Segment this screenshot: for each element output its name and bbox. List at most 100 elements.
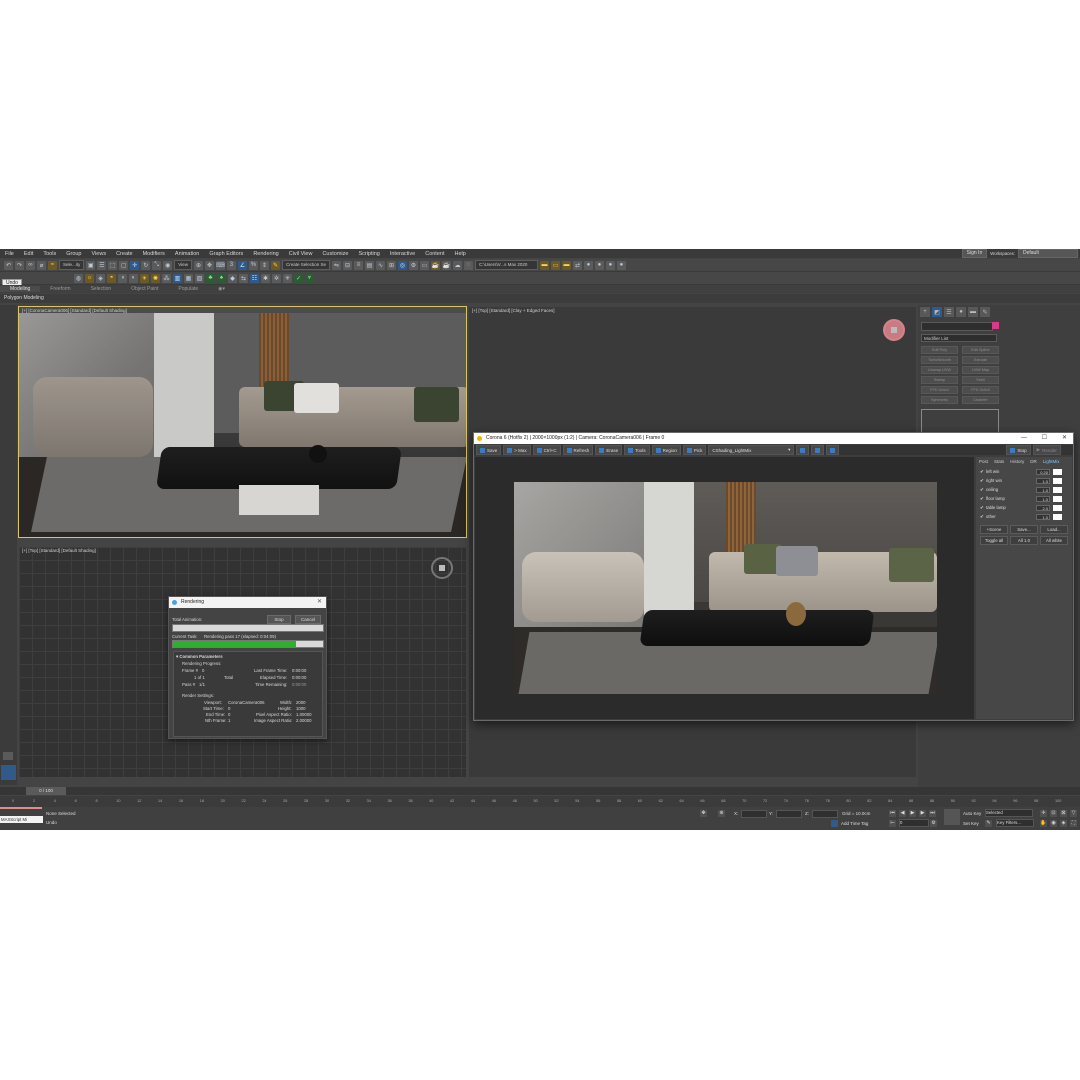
key-mode-icon[interactable]: ⊢ (889, 820, 896, 827)
menu-group[interactable]: Group (61, 251, 86, 257)
tab-stats[interactable]: Stats (991, 457, 1007, 466)
zoom-all-icon[interactable]: ⊡ (1050, 810, 1057, 817)
tab-post[interactable]: Post (976, 457, 991, 466)
all-white-button[interactable]: All white (1040, 536, 1068, 545)
viewcube-icon[interactable] (883, 319, 905, 341)
workspace-dropdown[interactable]: Default (1018, 249, 1078, 258)
hierarchy-tab-icon[interactable]: ☰ (944, 307, 954, 317)
light-intensity-field[interactable]: 0.20 (1036, 469, 1050, 475)
menu-edit[interactable]: Edit (19, 251, 38, 257)
menu-create[interactable]: Create (111, 251, 138, 257)
minimize-icon[interactable]: — (1021, 433, 1027, 444)
corona-volume-icon[interactable]: ▦ (184, 273, 193, 283)
corona-scatter-icon[interactable]: ⁂ (162, 273, 171, 283)
menu-modifiers[interactable]: Modifiers (138, 251, 170, 257)
light-color-swatch[interactable] (1053, 469, 1062, 475)
modifier-list-dropdown[interactable]: Modifier List (921, 334, 997, 342)
viewport-camera-label[interactable]: [+] [CoronaCamera006] [Standard] [Defaul… (22, 308, 127, 313)
x-coord-field[interactable] (741, 810, 767, 818)
time-tag-icon[interactable] (831, 820, 838, 827)
unlink-icon[interactable]: ⌀ (37, 260, 46, 270)
menu-tools[interactable]: Tools (38, 251, 61, 257)
time-slider-track[interactable]: 0 / 100 (0, 787, 1080, 795)
modifier-ffd333-button[interactable]: FFD 3x3x3 (962, 386, 999, 394)
prev-frame-icon[interactable]: ◀ (899, 810, 906, 817)
menu-views[interactable]: Views (87, 251, 112, 257)
modify-tab-icon[interactable]: ◩ (932, 307, 942, 317)
polygon-modeling-label[interactable]: Polygon Modeling (4, 295, 44, 301)
zoom-extents-icon[interactable]: ✛ (1040, 810, 1047, 817)
select-by-name-icon[interactable]: ☰ (97, 260, 107, 270)
viewcube-grid-icon[interactable] (431, 557, 453, 579)
vfb-stop-button[interactable]: Stop (1006, 445, 1031, 455)
reference-coord-dropdown[interactable]: View (174, 260, 192, 270)
lister-icon[interactable]: ☷ (250, 273, 259, 283)
light-color-swatch[interactable] (1053, 514, 1062, 520)
modifier-unwrap-uvw-button[interactable]: Unwrap UVW (921, 366, 958, 374)
menu-civil-view[interactable]: Civil View (284, 251, 318, 257)
viewport-layout-icon[interactable] (1, 765, 16, 780)
common-parameters-title[interactable]: ▾ Common Parameters (176, 654, 223, 660)
corona-render-icon[interactable]: ☼ (85, 273, 94, 283)
interactive-icon[interactable]: ✳ (283, 273, 292, 283)
redo-icon[interactable]: ↷ (15, 260, 24, 270)
menu-help[interactable]: Help (449, 251, 470, 257)
render-a360-icon[interactable]: ◌ (463, 260, 473, 270)
modifier-turbosmooth-button[interactable]: TurboSmooth (921, 356, 958, 364)
move-icon[interactable]: ✛ (130, 260, 140, 270)
modifier-edit-poly-button[interactable]: Edit Poly (921, 346, 958, 354)
object-name-field[interactable] (921, 322, 993, 331)
pivot-icon[interactable]: ⊕ (193, 260, 203, 270)
viewport-camera[interactable]: [+] [CoronaCamera006] [Standard] [Defaul… (18, 306, 467, 538)
vfb-refresh-button[interactable]: Refresh (562, 445, 594, 455)
modifier-sweep-button[interactable]: Sweep (921, 376, 958, 384)
angle-snap-icon[interactable]: ∠ (237, 260, 247, 270)
scale-icon[interactable]: ⤡ (152, 260, 162, 270)
menu-content[interactable]: Content (420, 251, 449, 257)
project-folder-icon[interactable]: ▬ (539, 260, 549, 270)
key-set-dropdown[interactable]: Selected (985, 809, 1033, 817)
menu-scripting[interactable]: Scripting (353, 251, 384, 257)
create-tab-icon[interactable]: + (920, 307, 930, 317)
zoom-in-icon[interactable] (811, 445, 825, 455)
light-color-swatch[interactable] (1053, 487, 1062, 493)
corona-camera-icon[interactable]: ◑ (118, 273, 127, 283)
corona-sun-icon[interactable]: ☀ (140, 273, 149, 283)
menu-interactive[interactable]: Interactive (385, 251, 420, 257)
field-of-view-icon[interactable]: ▽ (1070, 810, 1077, 817)
modifier-shell-button[interactable]: Shell (962, 376, 999, 384)
set-key-icon[interactable] (944, 809, 960, 825)
modifier-edit-spline-button[interactable]: Edit Spline (962, 346, 999, 354)
bind-spacewarp-icon[interactable]: ≈ (48, 260, 57, 270)
link-icon[interactable]: ∞ (26, 260, 35, 270)
set-key-button[interactable]: Set Key (963, 821, 979, 826)
sphere-d-icon[interactable]: ● (616, 260, 626, 270)
material-library-icon[interactable]: ◆ (228, 273, 237, 283)
maximize-icon[interactable]: ☐ (1042, 433, 1047, 444)
converter-icon[interactable]: ⇆ (239, 273, 248, 283)
modifier-uvw-map-button[interactable]: UVW Map (962, 366, 999, 374)
light-intensity-field[interactable]: 2.0 (1036, 505, 1050, 511)
edit-named-sets-icon[interactable]: ✎ (270, 260, 280, 270)
double-check-icon[interactable]: ⩔ (305, 273, 314, 283)
undo-icon[interactable]: ↶ (4, 260, 13, 270)
walkthrough-icon[interactable]: ◈ (1060, 820, 1067, 827)
play-animation-icon[interactable]: ▶ (909, 810, 916, 817)
sphere-b-icon[interactable]: ● (594, 260, 604, 270)
add-scene-button[interactable]: +Scene (980, 525, 1008, 534)
key-filter-icon[interactable]: ✎ (985, 820, 992, 827)
selection-filter-dropdown[interactable]: Sele...ity (59, 260, 85, 270)
toggle-ribbon-icon[interactable]: ▤ (364, 260, 374, 270)
zoom-out-icon[interactable] (826, 445, 840, 455)
open-folder-icon[interactable]: ▭ (550, 260, 560, 270)
tab-dr[interactable]: DR (1027, 457, 1040, 466)
maximize-viewport-icon[interactable]: ⛶ (1070, 820, 1077, 827)
key-filters-button[interactable]: Key Filters... (996, 819, 1034, 827)
vfb-close-icon[interactable]: ✕ (1062, 433, 1067, 444)
isolate-icon[interactable]: ✥ (700, 810, 707, 817)
light-color-swatch[interactable] (1053, 505, 1062, 511)
tab-populate[interactable]: Populate (168, 286, 208, 292)
light-intensity-field[interactable]: 1.0 (1036, 487, 1050, 493)
lightmix-icon[interactable]: ✲ (272, 273, 281, 283)
lightmix-save-button[interactable]: Save... (1010, 525, 1038, 534)
